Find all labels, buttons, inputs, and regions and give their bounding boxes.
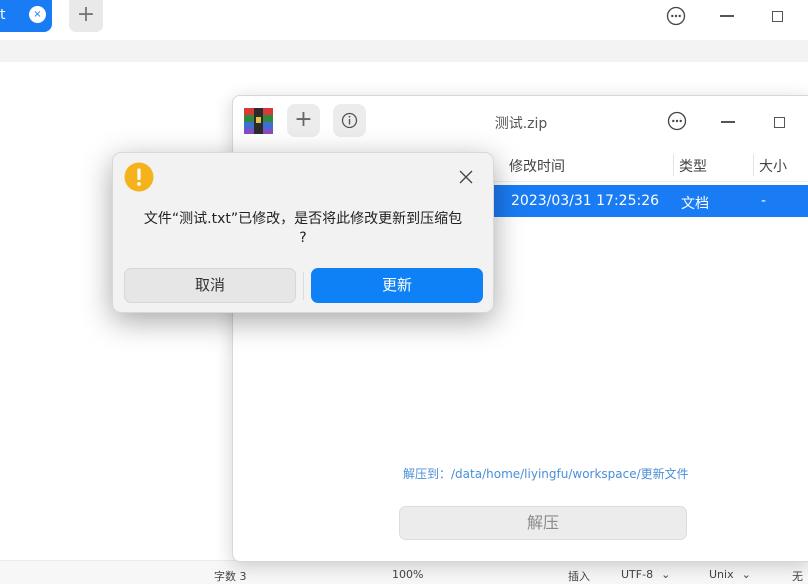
tab-close-icon[interactable]: × xyxy=(29,6,46,23)
row-size: - xyxy=(761,193,767,209)
line-ending-value: Unix xyxy=(709,568,734,581)
editor-tab-label: t xyxy=(0,7,6,23)
button-divider xyxy=(303,272,304,300)
update-button[interactable]: 更新 xyxy=(311,268,483,303)
encoding-value: UTF-8 xyxy=(621,568,654,581)
dialog-message-line: ? xyxy=(299,230,307,246)
column-size[interactable]: 大小 xyxy=(759,156,787,176)
chevron-down-icon: ⌄ xyxy=(741,568,751,581)
add-tab-button[interactable]: + xyxy=(69,0,103,32)
zoom-level: 100% xyxy=(392,568,424,581)
column-type[interactable]: 类型 xyxy=(679,156,707,176)
editor-tab-active[interactable]: t × xyxy=(0,0,52,32)
row-type: 文档 xyxy=(681,196,709,212)
encoding-select[interactable]: UTF-8 ⌄ xyxy=(621,568,670,581)
update-dialog: 文件“测试.txt”已修改，是否将此修改更新到压缩包 ? 取消 更新 xyxy=(112,152,494,313)
highlight-select[interactable]: 无 xyxy=(792,568,803,584)
insert-mode[interactable]: 插入 xyxy=(568,568,590,584)
editor-titlebar: t × + xyxy=(0,0,808,40)
archive-titlebar: + 测试.zip xyxy=(233,96,808,146)
archive-minimize-icon[interactable] xyxy=(721,121,735,123)
column-divider[interactable] xyxy=(673,154,674,176)
row-modified: 2023/03/31 17:25:26 xyxy=(511,193,660,209)
archive-menu-icon[interactable] xyxy=(667,111,687,131)
line-ending-select[interactable]: Unix ⌄ xyxy=(709,568,751,581)
char-count: 字数 3 xyxy=(214,570,247,583)
extract-path-link[interactable]: 解压到：/data/home/liyingfu/workspace/更新文件 xyxy=(403,465,689,482)
archive-maximize-icon[interactable] xyxy=(774,117,785,128)
extract-button[interactable]: 解压 xyxy=(399,506,687,540)
warning-icon xyxy=(124,162,154,192)
dialog-message: 文件“测试.txt”已修改，是否将此修改更新到压缩包 ? xyxy=(123,210,483,248)
column-modified[interactable]: 修改时间 xyxy=(509,156,565,176)
editor-statusbar: 字数 3 100% 插入 UTF-8 ⌄ Unix ⌄ 无 xyxy=(0,560,808,584)
editor-menu-icon[interactable] xyxy=(666,6,686,26)
dialog-message-line: 文件“测试.txt”已修改，是否将此修改更新到压缩包 xyxy=(143,211,463,227)
editor-minimize-icon[interactable] xyxy=(720,15,734,17)
editor-maximize-icon[interactable] xyxy=(772,11,783,22)
chevron-down-icon: ⌄ xyxy=(661,568,671,581)
archive-window-title: 测试.zip xyxy=(494,116,548,132)
column-divider[interactable] xyxy=(753,154,754,176)
cancel-button[interactable]: 取消 xyxy=(124,268,296,303)
close-icon[interactable] xyxy=(459,170,473,184)
editor-toolbar-strip xyxy=(0,40,808,62)
